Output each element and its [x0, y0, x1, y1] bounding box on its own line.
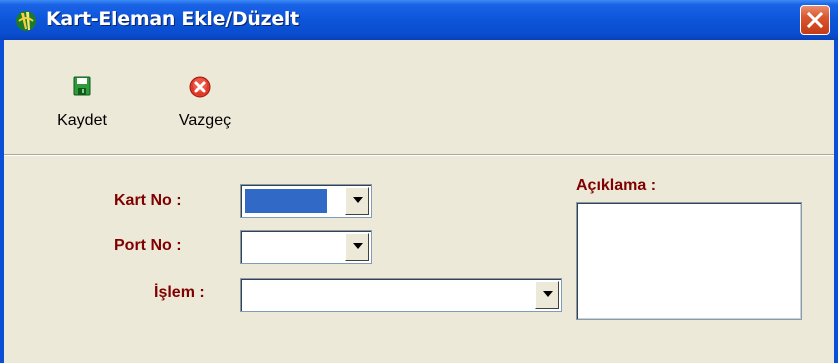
aciklama-label: Açıklama : — [576, 177, 657, 194]
toolbar: Kaydet Vazgeç — [4, 40, 834, 148]
app-logo-icon — [14, 9, 38, 33]
cancel-button-label: Vazgeç — [178, 112, 232, 129]
dialog-client-area: Kaydet Vazgeç Kart No : Port No: İşlem … — [4, 40, 834, 363]
port-no-label: Port No : — [114, 237, 182, 254]
port-no-select[interactable] — [240, 230, 372, 264]
kart-no-select[interactable] — [240, 184, 372, 218]
dialog-window: Kart-Eleman Ekle/Düzelt Kaydet Vazgeç Ka… — [0, 0, 838, 363]
save-button-label: Kaydet — [57, 112, 107, 129]
kart-no-label: Kart No : — [114, 192, 182, 209]
port-no-dropdown-button[interactable] — [345, 233, 369, 261]
toolbar-divider — [4, 154, 834, 156]
save-button[interactable]: Kaydet — [46, 74, 118, 144]
kart-no-selected-value — [245, 189, 327, 213]
chevron-down-icon — [543, 291, 553, 297]
cancel-button[interactable]: Vazgeç — [160, 74, 250, 144]
kart-no-dropdown-button[interactable] — [345, 187, 369, 215]
window-title: Kart-Eleman Ekle/Düzelt — [46, 8, 299, 30]
close-button[interactable] — [800, 5, 830, 35]
islem-dropdown-button[interactable] — [535, 281, 559, 309]
aciklama-textarea[interactable] — [576, 202, 802, 320]
islem-label: İşlem : — [154, 284, 205, 301]
cancel-x-icon — [188, 75, 212, 99]
close-icon — [806, 11, 824, 29]
floppy-disk-icon — [70, 74, 94, 98]
form-panel: Kart No : Port No : İşlem : Açıklama: — [10, 158, 834, 363]
chevron-down-icon — [353, 197, 363, 203]
islem-select[interactable] — [240, 278, 562, 312]
title-bar[interactable]: Kart-Eleman Ekle/Düzelt — [0, 0, 838, 40]
chevron-down-icon — [353, 243, 363, 249]
